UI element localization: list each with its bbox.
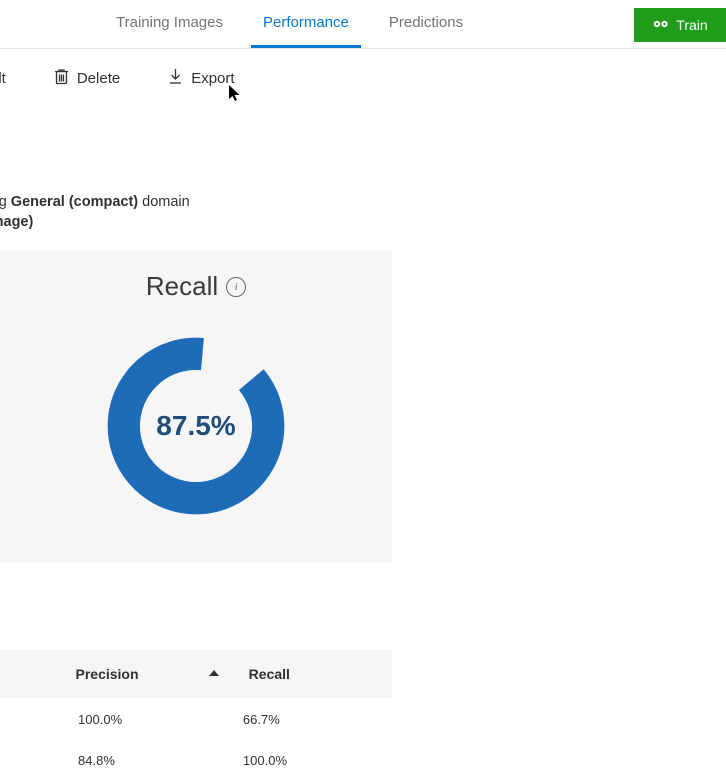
desc-line2: per image) <box>0 212 190 232</box>
desc-domain: General (compact) <box>11 194 138 210</box>
precision-header-label: Precision <box>76 666 139 682</box>
gears-icon <box>652 17 670 34</box>
tab-training-images[interactable]: Training Images <box>96 0 243 48</box>
table-header-row: Precision Recall <box>0 650 392 698</box>
export-button[interactable]: Export <box>168 68 234 89</box>
recall-panel-title: Recall <box>146 271 218 302</box>
info-icon[interactable]: i <box>226 277 246 297</box>
table-row: 84.8% 100.0% <box>0 739 392 780</box>
export-label: Export <box>191 70 234 87</box>
iteration-description: 3 using General (compact) domain per ima… <box>0 192 190 232</box>
recall-panel-title-row: Recall i <box>0 271 392 302</box>
desc-prefix-bold: 3 using <box>0 194 11 210</box>
cell-recall: 100.0% <box>231 753 392 768</box>
recall-value-label: 87.5% <box>0 331 392 521</box>
sort-ascending-icon <box>207 667 221 681</box>
column-header-recall[interactable]: Recall <box>237 666 392 682</box>
recall-header-label: Recall <box>249 666 290 682</box>
toolbar-item-cut-left[interactable]: ult <box>0 70 6 87</box>
desc-suffix: domain <box>138 194 190 210</box>
cell-precision: 84.8% <box>66 753 231 768</box>
delete-label: Delete <box>77 70 120 87</box>
train-button[interactable]: Train <box>634 8 726 42</box>
delete-button[interactable]: Delete <box>54 68 120 89</box>
cell-recall: 66.7% <box>231 712 392 727</box>
tab-bar: Training Images Performance Predictions <box>96 0 483 48</box>
download-icon <box>168 68 183 89</box>
column-header-precision[interactable]: Precision <box>64 666 235 682</box>
top-nav: Training Images Performance Predictions … <box>0 0 726 49</box>
table-row: 100.0% 66.7% <box>0 698 392 739</box>
per-tag-table: Precision Recall 100.0% 66.7% 84.8% 100.… <box>0 650 392 780</box>
tab-performance[interactable]: Performance <box>243 0 369 48</box>
cell-precision: 100.0% <box>66 712 231 727</box>
train-button-label: Train <box>676 17 707 33</box>
tab-predictions[interactable]: Predictions <box>369 0 483 48</box>
action-toolbar: ult Delete Export <box>0 60 726 96</box>
recall-panel: Recall i 87.5% <box>0 251 392 563</box>
trash-icon <box>54 68 69 89</box>
